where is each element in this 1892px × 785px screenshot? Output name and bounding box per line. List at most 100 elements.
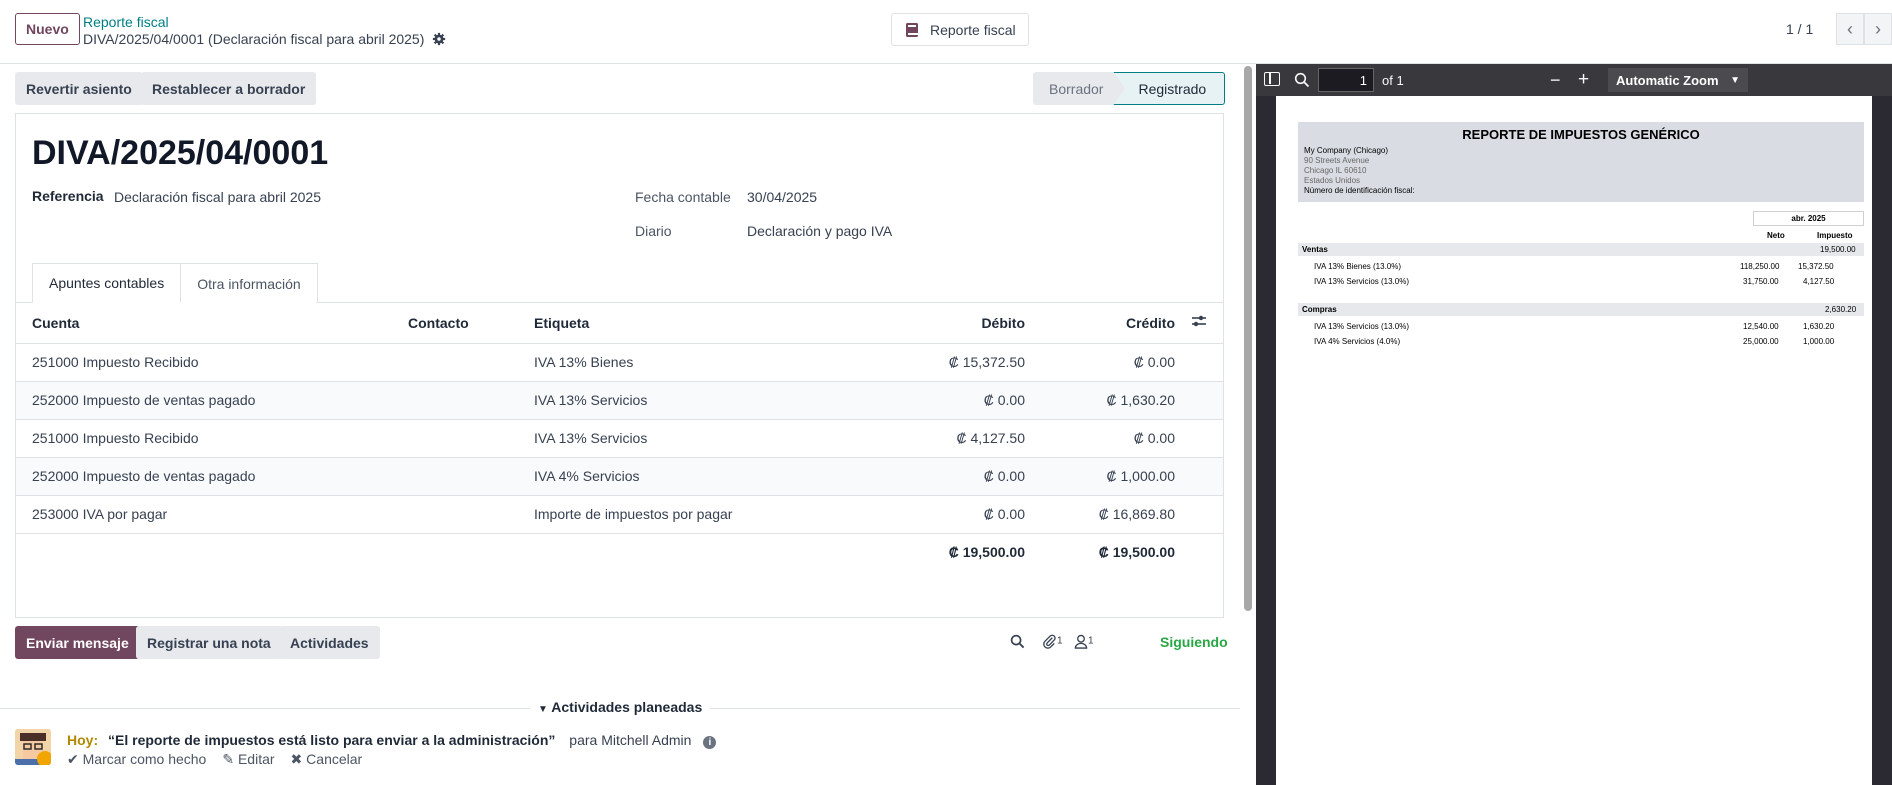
report-purchases-label: Compras	[1302, 305, 1337, 314]
search-messages-button[interactable]	[1010, 634, 1025, 652]
status-bar: Borrador Registrado	[1033, 72, 1226, 105]
accounting-date-label: Fecha contable	[635, 189, 731, 205]
log-note-button[interactable]: Registrar una nota	[136, 626, 282, 659]
table-row[interactable]: 251000 Impuesto Recibido IVA 13% Bienes …	[16, 343, 1223, 382]
report-period-box: abr. 2025	[1753, 211, 1864, 226]
cancel-activity-button[interactable]: ✖ Cancelar	[291, 751, 363, 768]
new-button[interactable]: Nuevo	[15, 13, 80, 45]
status-draft[interactable]: Borrador	[1033, 72, 1125, 105]
report-header-band: REPORTE DE IMPUESTOS GENÉRICO My Company…	[1298, 122, 1864, 202]
report-address-3: Estados Unidos	[1304, 176, 1361, 185]
scrollbar-thumb[interactable]	[1244, 66, 1252, 611]
col-debit[interactable]: Débito	[828, 303, 1041, 344]
pdf-page: REPORTE DE IMPUESTOS GENÉRICO My Company…	[1276, 96, 1872, 785]
tab-other-info[interactable]: Otra información	[181, 263, 318, 303]
cell-empty	[518, 533, 828, 571]
following-button[interactable]: Siguiendo	[1160, 634, 1228, 650]
col-label[interactable]: Etiqueta	[518, 303, 828, 344]
control-panel: Nuevo Reporte fiscal DIVA/2025/04/0001 (…	[0, 0, 1892, 64]
report-purchases-band	[1298, 303, 1864, 316]
tab-journal-items[interactable]: Apuntes contables	[32, 263, 182, 303]
book-icon	[906, 22, 918, 37]
pager-previous-button[interactable]: ‹	[1836, 13, 1864, 45]
report-row-name: IVA 13% Servicios (13.0%)	[1314, 322, 1410, 331]
cell-label: IVA 4% Servicios	[518, 457, 828, 496]
cell-empty	[1191, 495, 1223, 534]
send-message-button[interactable]: Enviar mensaje	[15, 626, 140, 659]
cell-contact	[392, 495, 518, 534]
chevron-down-icon: ▼	[1730, 74, 1740, 86]
table-row[interactable]: 252000 Impuesto de ventas pagado IVA 13%…	[16, 381, 1223, 420]
notebook-tabs: Apuntes contables Otra información	[32, 263, 318, 303]
planned-activities-toggle[interactable]: ▼ Actividades planeadas	[530, 699, 711, 715]
tax-report-button[interactable]: Reporte fiscal	[891, 13, 1029, 46]
table-header-row: Cuenta Contacto Etiqueta Débito Crédito	[16, 303, 1223, 344]
table-row[interactable]: 253000 IVA por pagar Importe de impuesto…	[16, 495, 1223, 534]
pdf-page-number-input[interactable]	[1318, 68, 1374, 92]
pdf-page-count: of 1	[1382, 73, 1404, 88]
cell-empty	[1191, 343, 1223, 382]
sidebar-toggle-icon[interactable]	[1264, 72, 1280, 86]
sliders-icon	[1192, 316, 1206, 327]
accounting-date-field[interactable]: 30/04/2025	[747, 189, 817, 205]
cell-credit: ₡ 1,630.20	[1041, 381, 1191, 420]
tax-report-button-label: Reporte fiscal	[930, 21, 1016, 38]
close-icon: ✖	[290, 751, 303, 767]
report-purchases-total: 2,630.20	[1825, 305, 1857, 314]
edit-activity-button[interactable]: ✎ Editar	[222, 751, 274, 768]
journal-label: Diario	[635, 223, 672, 239]
cell-credit: ₡ 16,869.80	[1041, 495, 1191, 534]
attachments-count: 1	[1057, 635, 1063, 647]
cell-account: 251000 Impuesto Recibido	[16, 419, 392, 458]
followers-button[interactable]: 1	[1074, 634, 1094, 652]
form-scrollbar[interactable]	[1244, 66, 1252, 611]
optional-columns-toggle[interactable]	[1191, 303, 1223, 344]
report-company: My Company (Chicago)	[1304, 146, 1389, 155]
breadcrumb-parent-link[interactable]: Reporte fiscal	[83, 14, 169, 30]
avatar[interactable]	[15, 729, 51, 765]
attachments-button[interactable]: 1	[1042, 634, 1063, 652]
reference-field[interactable]: Declaración fiscal para abril 2025	[114, 189, 321, 205]
mark-done-button[interactable]: ✔ Marcar como hecho	[67, 751, 206, 768]
table-row[interactable]: 252000 Impuesto de ventas pagado IVA 4% …	[16, 457, 1223, 496]
breadcrumb-current: DIVA/2025/04/0001 (Declaración fiscal pa…	[83, 31, 446, 47]
col-account[interactable]: Cuenta	[16, 303, 392, 344]
col-credit[interactable]: Crédito	[1041, 303, 1191, 344]
cell-account: 252000 Impuesto de ventas pagado	[16, 457, 392, 496]
cell-label: IVA 13% Servicios	[518, 419, 828, 458]
pager-next-button[interactable]: ›	[1864, 13, 1892, 45]
mark-done-label: Marcar como hecho	[82, 751, 207, 767]
find-icon[interactable]	[1294, 72, 1310, 88]
report-col-net: Neto	[1767, 231, 1785, 240]
report-row-tax: 15,372.50	[1798, 262, 1834, 271]
pencil-icon: ✎	[222, 751, 235, 767]
info-icon[interactable]: i	[703, 736, 717, 749]
gear-icon[interactable]	[432, 32, 446, 46]
reset-to-draft-button[interactable]: Restablecer a borrador	[141, 72, 317, 105]
pager-value[interactable]: 1 / 1	[1786, 21, 1813, 37]
activities-button[interactable]: Actividades	[279, 626, 380, 659]
zoom-in-icon[interactable]: +	[1578, 69, 1589, 91]
followers-count: 1	[1088, 635, 1094, 647]
journal-items-table: Cuenta Contacto Etiqueta Débito Crédito …	[16, 303, 1223, 571]
cell-credit: ₡ 0.00	[1041, 343, 1191, 382]
total-credit: ₡ 19,500.00	[1098, 544, 1175, 561]
zoom-out-icon[interactable]: −	[1550, 70, 1561, 91]
journal-field[interactable]: Declaración y pago IVA	[747, 223, 892, 239]
status-posted[interactable]: Registrado	[1113, 72, 1226, 105]
pdf-zoom-value: Automatic Zoom	[1616, 72, 1719, 88]
pdf-zoom-select[interactable]: Automatic Zoom ▼	[1608, 68, 1748, 92]
cell-empty	[1191, 419, 1223, 458]
table-row[interactable]: 251000 Impuesto Recibido IVA 13% Servici…	[16, 419, 1223, 458]
activity-type-icon	[37, 751, 51, 765]
cell-account: 253000 IVA por pagar	[16, 495, 392, 534]
report-sales-label: Ventas	[1302, 245, 1328, 254]
report-address-1: 90 Streets Avenue	[1304, 156, 1370, 165]
cell-contact	[392, 419, 518, 458]
report-sales-band	[1298, 243, 1864, 256]
revert-entry-button[interactable]: Revertir asiento	[15, 72, 143, 105]
reference-label: Referencia	[32, 188, 104, 204]
col-contact[interactable]: Contacto	[392, 303, 518, 344]
report-row-net: 31,750.00	[1743, 277, 1779, 286]
report-col-tax: Impuesto	[1817, 231, 1853, 240]
